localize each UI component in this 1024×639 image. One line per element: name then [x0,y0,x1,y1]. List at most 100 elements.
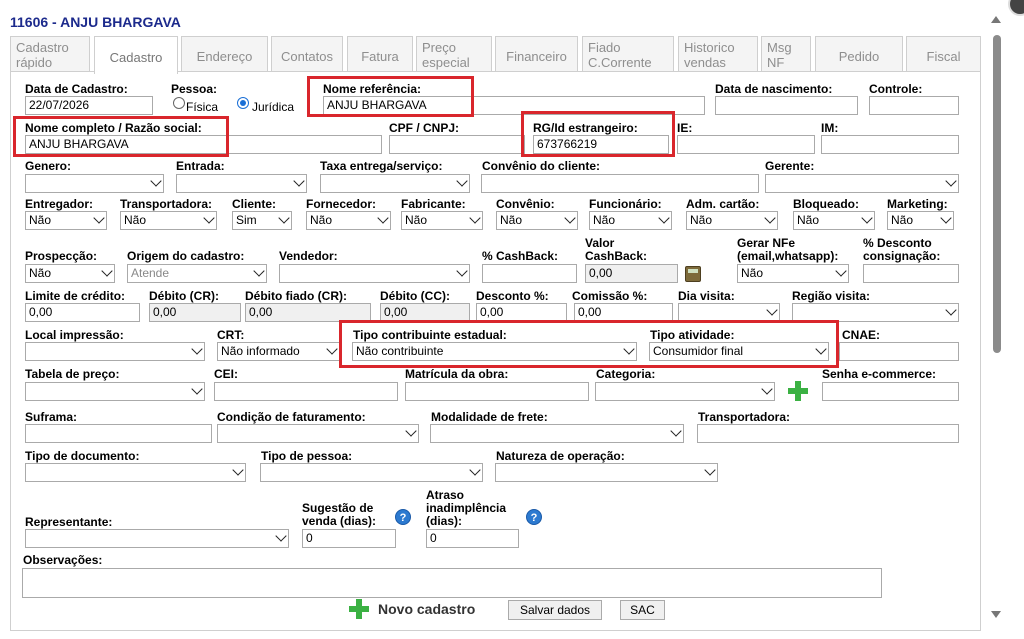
comissao-pct-input[interactable]: 0,00 [574,303,673,322]
atraso-inadimplencia-input[interactable]: 0 [426,529,519,548]
bloqueado-select[interactable]: Não [793,211,875,230]
add-categoria-icon[interactable] [788,381,808,401]
chevron-down-icon [275,530,287,542]
scroll-down-icon[interactable] [991,611,1001,618]
radio-fisica[interactable] [173,97,185,109]
entregador-select[interactable]: Não [25,211,107,230]
label-rg: RG/Id estrangeiro: [533,121,638,135]
entrada-select[interactable] [176,174,307,193]
natureza-operacao-select[interactable] [495,463,718,482]
convenio-select[interactable]: Não [496,211,578,230]
rg-input[interactable]: 673766219 [533,135,669,154]
label-cei: CEI: [214,367,238,381]
limite-credito-input[interactable]: 0,00 [25,303,140,322]
taxa-entrega-select[interactable] [320,174,470,193]
crt-select[interactable]: Não informado [217,342,340,361]
local-impressao-select[interactable] [25,342,205,361]
controle-input[interactable] [869,96,959,115]
plus-icon[interactable] [349,599,369,619]
tab-endereco[interactable]: Endereço [181,36,268,72]
dia-visita-select[interactable] [678,303,780,322]
radio-fisica-label: Física [186,100,219,114]
label-funcionario: Funcionário: [589,197,662,211]
tab-cadastro[interactable]: Cadastro [94,36,178,74]
tab-fiado-ccorrente[interactable]: Fiado C.Corrente [582,36,674,72]
sugestao-venda-input[interactable]: 0 [302,529,396,548]
nome-referencia-input[interactable]: ANJU BHARGAVA [323,96,705,115]
adm-cartao-select[interactable]: Não [686,211,778,230]
modalidade-frete-select[interactable] [430,424,684,443]
tipo-pessoa-select[interactable] [260,463,483,482]
close-icon[interactable] [1008,0,1024,16]
funcionario-select[interactable]: Não [589,211,672,230]
vendedor-select[interactable] [279,264,470,283]
chevron-down-icon [191,343,203,355]
calculator-icon[interactable] [685,266,701,282]
origem-cadastro-select[interactable]: Atende [127,264,267,283]
label-suframa: Suframa: [25,410,78,424]
tab-cadastro-rapido[interactable]: Cadastro rápido [10,36,90,72]
tab-pedido[interactable]: Pedido [815,36,903,72]
tipo-contribuinte-select[interactable]: Não contribuinte [352,342,637,361]
transportadora-input[interactable] [697,424,959,443]
condicao-faturamento-select[interactable] [217,424,419,443]
help-icon[interactable]: ? [395,509,411,525]
tab-preco-especial[interactable]: Preço especial [416,36,492,72]
chevron-down-icon [564,212,576,224]
desconto-pct-input[interactable]: 0,00 [476,303,567,322]
novo-cadastro-button[interactable]: Novo cadastro [378,601,475,617]
gerente-select[interactable] [765,174,959,193]
data-nascimento-input[interactable] [715,96,858,115]
data-cadastro-input[interactable]: 22/07/2026 [25,96,153,115]
cpf-cnpj-input[interactable] [389,135,525,154]
genero-select[interactable] [25,174,164,193]
chevron-down-icon [326,343,338,355]
categoria-select[interactable] [595,382,775,401]
help-icon[interactable]: ? [526,509,542,525]
marketing-select[interactable]: Não [887,211,954,230]
label-origem-cadastro: Origem do cadastro: [127,249,245,263]
cashback-pct-input[interactable] [482,264,577,283]
cei-input[interactable] [214,382,398,401]
salvar-dados-button[interactable]: Salvar dados [508,600,602,620]
scrollbar-thumb[interactable] [993,35,1001,353]
scroll-up-icon[interactable] [991,16,1001,23]
im-input[interactable] [821,135,959,154]
tab-fiscal[interactable]: Fiscal [906,36,981,72]
chevron-down-icon [704,464,716,476]
tab-contatos[interactable]: Contatos [271,36,343,72]
tipo-atividade-select[interactable]: Consumidor final [649,342,829,361]
ie-input[interactable] [677,135,815,154]
tabela-preco-select[interactable] [25,382,205,401]
fabricante-select[interactable]: Não [401,211,483,230]
label-prospeccao: Prospecção: [25,249,98,263]
tab-financeiro[interactable]: Financeiro [495,36,578,72]
tab-fatura[interactable]: Fatura [347,36,413,72]
convenio-cliente-input[interactable] [481,174,759,193]
radio-juridica[interactable] [237,97,249,109]
debito-fiado-input: 0,00 [245,303,371,322]
label-adm-cartao: Adm. cartão: [686,197,760,211]
label-transportadora-2: Transportadora: [698,410,791,424]
regiao-visita-select[interactable] [792,303,959,322]
observacoes-textarea[interactable] [22,568,882,598]
desconto-consignacao-input[interactable] [863,264,959,283]
fornecedor-select[interactable]: Não [306,211,391,230]
representante-select[interactable] [25,529,289,548]
tab-historico-vendas[interactable]: Historico vendas [678,36,758,72]
senha-ecommerce-input[interactable] [822,382,959,401]
debito-cc-input: 0,00 [380,303,470,322]
nome-completo-input[interactable]: ANJU BHARGAVA [25,135,382,154]
suframa-input[interactable] [25,424,212,443]
sac-button[interactable]: SAC [620,600,665,620]
cnae-input[interactable] [839,342,959,361]
tipo-documento-select[interactable] [25,463,246,482]
cliente-select[interactable]: Sim [232,211,292,230]
tab-msg-nf[interactable]: Msg NF [761,36,811,72]
label-cpf-cnpj: CPF / CNPJ: [389,121,460,135]
label-local-impressao: Local impressão: [25,328,124,342]
matricula-obra-input[interactable] [405,382,589,401]
transportadora-select[interactable]: Não [120,211,217,230]
prospeccao-select[interactable]: Não [25,264,115,283]
gerar-nfe-select[interactable]: Não [737,264,849,283]
